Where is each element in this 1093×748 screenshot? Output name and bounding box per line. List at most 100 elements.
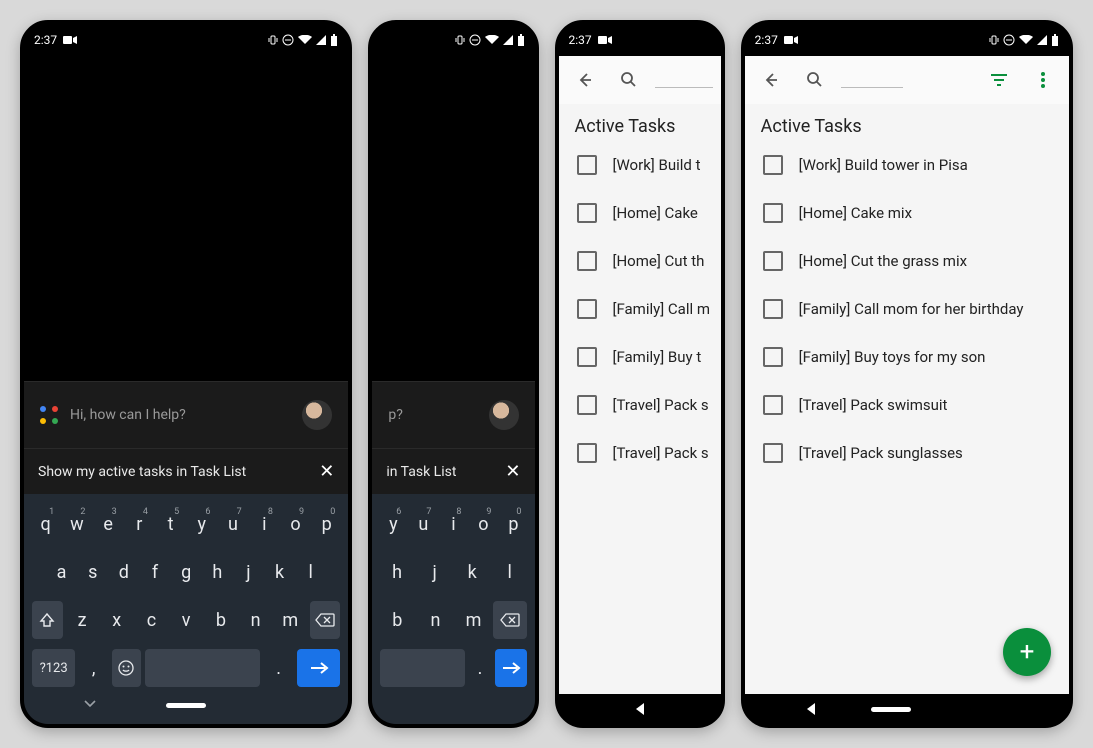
user-avatar[interactable] — [489, 400, 519, 430]
keyboard[interactable]: q1w2e3r4t5y6u7i8o9p0 asdfghjkl zxcvbnm ?… — [24, 494, 348, 724]
search-icon[interactable] — [797, 62, 833, 98]
filter-icon[interactable] — [981, 62, 1017, 98]
task-row[interactable]: [Work] Build tower in Pisa — [745, 141, 1069, 189]
key-j[interactable]: j — [235, 553, 262, 591]
key-i[interactable]: i8 — [251, 505, 278, 543]
overflow-menu-icon[interactable] — [1025, 62, 1061, 98]
task-row[interactable]: [Travel] Pack s — [559, 381, 721, 429]
task-checkbox[interactable] — [763, 203, 783, 223]
key-a[interactable]: a — [48, 553, 75, 591]
backspace-key[interactable] — [493, 601, 527, 639]
task-row[interactable]: [Home] Cut the grass mix — [745, 237, 1069, 285]
key-p[interactable]: p0 — [500, 505, 526, 543]
period-key[interactable]: . — [264, 649, 293, 687]
back-button[interactable] — [753, 62, 789, 98]
key-n[interactable]: n — [418, 601, 452, 639]
task-checkbox[interactable] — [763, 395, 783, 415]
key-i[interactable]: i8 — [440, 505, 466, 543]
task-row[interactable]: [Family] Buy t — [559, 333, 721, 381]
home-pill[interactable] — [166, 703, 206, 708]
add-task-fab[interactable]: + — [1003, 628, 1051, 676]
key-f[interactable]: f — [141, 553, 168, 591]
space-key[interactable] — [380, 649, 465, 687]
task-checkbox[interactable] — [763, 251, 783, 271]
key-v[interactable]: v — [171, 601, 202, 639]
backspace-key[interactable] — [310, 601, 341, 639]
task-row[interactable]: [Work] Build t — [559, 141, 721, 189]
task-checkbox[interactable] — [577, 251, 597, 271]
search-icon[interactable] — [611, 62, 647, 98]
close-icon[interactable]: ✕ — [505, 461, 520, 482]
key-p[interactable]: p0 — [313, 505, 340, 543]
task-row[interactable]: [Family] Buy toys for my son — [745, 333, 1069, 381]
key-s[interactable]: s — [79, 553, 106, 591]
search-input[interactable] — [655, 87, 713, 88]
key-o[interactable]: o9 — [282, 505, 309, 543]
nav-back-icon[interactable] — [807, 703, 815, 715]
task-checkbox[interactable] — [577, 203, 597, 223]
back-button[interactable] — [567, 62, 603, 98]
task-checkbox[interactable] — [577, 395, 597, 415]
keyboard[interactable]: y6u7i8o9p0 hjkl bnm . — [372, 494, 534, 724]
comma-key[interactable]: , — [79, 649, 108, 687]
key-u[interactable]: u7 — [219, 505, 246, 543]
key-e[interactable]: e3 — [94, 505, 121, 543]
task-row[interactable]: [Home] Cake mix — [745, 189, 1069, 237]
assistant-query-row[interactable]: Show my active tasks in Task List ✕ — [24, 448, 348, 494]
clock: 2:37 — [755, 33, 778, 47]
nav-back-icon[interactable] — [636, 703, 644, 715]
task-checkbox[interactable] — [577, 299, 597, 319]
key-k[interactable]: k — [455, 553, 489, 591]
task-row[interactable]: [Family] Call m — [559, 285, 721, 333]
key-o[interactable]: o9 — [470, 505, 496, 543]
key-y[interactable]: y6 — [380, 505, 406, 543]
send-key[interactable] — [297, 649, 340, 687]
key-d[interactable]: d — [110, 553, 137, 591]
home-pill[interactable] — [871, 707, 911, 712]
task-checkbox[interactable] — [763, 443, 783, 463]
task-row[interactable]: [Travel] Pack sunglasses — [745, 429, 1069, 477]
user-avatar[interactable] — [302, 400, 332, 430]
key-b[interactable]: b — [380, 601, 414, 639]
space-key[interactable] — [145, 649, 260, 687]
close-icon[interactable]: ✕ — [319, 461, 334, 482]
task-row[interactable]: [Family] Call mom for her birthday — [745, 285, 1069, 333]
task-row[interactable]: [Travel] Pack swimsuit — [745, 381, 1069, 429]
key-w[interactable]: w2 — [63, 505, 90, 543]
key-r[interactable]: r4 — [126, 505, 153, 543]
key-k[interactable]: k — [266, 553, 293, 591]
key-c[interactable]: c — [136, 601, 167, 639]
key-h[interactable]: h — [380, 553, 414, 591]
key-n[interactable]: n — [240, 601, 271, 639]
key-g[interactable]: g — [173, 553, 200, 591]
key-x[interactable]: x — [101, 601, 132, 639]
shift-key[interactable] — [32, 601, 63, 639]
key-m[interactable]: m — [456, 601, 490, 639]
send-key[interactable] — [495, 649, 527, 687]
task-checkbox[interactable] — [577, 443, 597, 463]
assistant-query-row[interactable]: in Task List ✕ — [372, 448, 534, 494]
key-t[interactable]: t5 — [157, 505, 184, 543]
task-checkbox[interactable] — [577, 347, 597, 367]
key-j[interactable]: j — [418, 553, 452, 591]
key-m[interactable]: m — [275, 601, 306, 639]
key-l[interactable]: l — [493, 553, 527, 591]
task-checkbox[interactable] — [763, 155, 783, 175]
key-y[interactable]: y6 — [188, 505, 215, 543]
key-u[interactable]: u7 — [410, 505, 436, 543]
emoji-key[interactable] — [112, 649, 141, 687]
key-b[interactable]: b — [206, 601, 237, 639]
task-row[interactable]: [Home] Cut th — [559, 237, 721, 285]
key-z[interactable]: z — [67, 601, 98, 639]
period-key[interactable]: . — [469, 649, 490, 687]
task-row[interactable]: [Travel] Pack s — [559, 429, 721, 477]
task-checkbox[interactable] — [763, 299, 783, 319]
search-input[interactable] — [841, 87, 903, 88]
symbols-key[interactable]: ?123 — [32, 649, 75, 687]
task-checkbox[interactable] — [577, 155, 597, 175]
task-checkbox[interactable] — [763, 347, 783, 367]
key-l[interactable]: l — [297, 553, 324, 591]
key-h[interactable]: h — [204, 553, 231, 591]
task-row[interactable]: [Home] Cake — [559, 189, 721, 237]
key-q[interactable]: q1 — [32, 505, 59, 543]
